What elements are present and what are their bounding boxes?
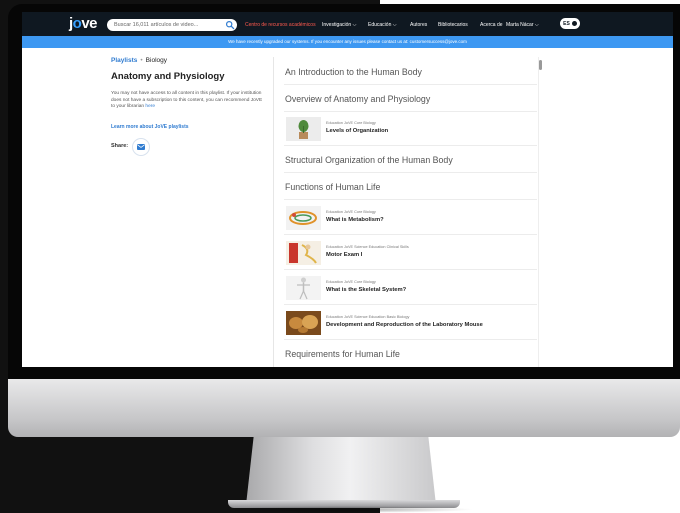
toggle-icon <box>571 21 577 26</box>
stand-shadow <box>214 506 474 513</box>
video-item-skeletal-system[interactable]: Education JoVE Core Biology What is the … <box>284 275 537 302</box>
breadcrumb-current: Biology <box>145 57 167 64</box>
monitor-chin <box>8 379 680 437</box>
video-item-levels-of-organization[interactable]: Education JoVE Core Biology Levels of Or… <box>284 116 537 143</box>
notice-here-link[interactable]: here <box>145 104 155 109</box>
nav-education[interactable]: Educación ⌵ <box>368 22 397 28</box>
email-icon <box>137 144 145 150</box>
video-title[interactable]: What is the Skeletal System? <box>326 287 406 293</box>
video-title[interactable]: Motor Exam I <box>326 252 362 258</box>
chevron-down-icon: ⌵ <box>352 22 357 28</box>
section-heading[interactable]: Overview of Anatomy and Physiology <box>285 94 430 104</box>
video-item-metabolism[interactable]: Education JoVE Core Biology What is Meta… <box>284 205 537 232</box>
divider <box>284 111 537 112</box>
breadcrumb: Playlists • Biology <box>111 57 167 64</box>
video-title[interactable]: Development and Reproduction of the Labo… <box>326 322 483 328</box>
chevron-down-icon: ⌵ <box>534 22 539 28</box>
share-email-button[interactable] <box>132 138 150 156</box>
access-notice-text: You may not have access to all content i… <box>111 91 263 109</box>
breadcrumb-separator: • <box>140 57 143 64</box>
search-icon[interactable] <box>225 20 235 30</box>
divider <box>284 269 537 270</box>
divider <box>284 199 537 200</box>
access-notice: You may not have access to all content i… <box>111 91 266 111</box>
section-heading[interactable]: Functions of Human Life <box>285 182 380 192</box>
nav-resource-center[interactable]: Centro de recursos académicos <box>245 22 316 28</box>
user-name: Marta Nácar <box>506 22 534 28</box>
scroll-track <box>538 57 539 367</box>
video-title[interactable]: What is Metabolism? <box>326 217 384 223</box>
video-item-laboratory-mouse[interactable]: Education JoVE Science Education Basic B… <box>284 310 537 337</box>
divider <box>284 172 537 173</box>
top-navbar: jove Buscar 16,011 artículos de video...… <box>22 12 673 36</box>
nav-research-label: Investigación <box>322 22 352 28</box>
language-label: ES <box>563 20 570 27</box>
search-input[interactable]: Buscar 16,011 artículos de video... <box>107 19 237 31</box>
video-thumbnail[interactable] <box>286 241 321 265</box>
nav-about[interactable]: Acerca de <box>480 22 503 28</box>
video-thumbnail[interactable] <box>286 311 321 335</box>
section-heading[interactable]: Structural Organization of the Human Bod… <box>285 155 453 165</box>
nav-authors[interactable]: Autores <box>410 22 427 28</box>
video-tags: Education JoVE Science Education Clinica… <box>326 245 409 249</box>
divider <box>284 339 537 340</box>
video-tags: Education JoVE Core Biology <box>326 210 376 214</box>
video-item-motor-exam[interactable]: Education JoVE Science Education Clinica… <box>284 240 537 267</box>
monitor-screen: jove Buscar 16,011 artículos de video...… <box>22 12 673 367</box>
playlist-title: Anatomy and Physiology <box>111 71 225 82</box>
video-tags: Education JoVE Core Biology <box>326 280 376 284</box>
column-divider <box>273 57 274 367</box>
divider <box>284 304 537 305</box>
jove-logo[interactable]: jove <box>69 16 98 32</box>
video-tags: Education JoVE Science Education Basic B… <box>326 315 410 319</box>
user-menu[interactable]: Marta Nácar ⌵ <box>506 22 539 28</box>
breadcrumb-playlists[interactable]: Playlists <box>111 57 137 64</box>
learn-more-link[interactable]: Learn more about JoVE playlists <box>111 124 189 130</box>
video-thumbnail[interactable] <box>286 206 321 230</box>
section-heading[interactable]: An Introduction to the Human Body <box>285 67 422 77</box>
video-tags: Education JoVE Core Biology <box>326 121 376 125</box>
nav-research[interactable]: Investigación ⌵ <box>322 22 356 28</box>
nav-education-label: Educación <box>368 22 392 28</box>
share-label: Share: <box>111 143 129 149</box>
divider <box>284 145 537 146</box>
language-switch[interactable]: ES <box>560 18 580 29</box>
divider <box>284 84 537 85</box>
nav-librarians[interactable]: Bibliotecarios <box>438 22 468 28</box>
section-heading[interactable]: Requirements for Human Life <box>285 349 400 359</box>
video-thumbnail[interactable] <box>286 276 321 300</box>
monitor-stand-neck <box>246 437 436 505</box>
search-placeholder: Buscar 16,011 artículos de video... <box>114 22 199 28</box>
system-banner: We have recently upgraded our systems. I… <box>22 36 673 48</box>
video-title[interactable]: Levels of Organization <box>326 128 388 134</box>
chevron-down-icon: ⌵ <box>392 22 397 28</box>
video-thumbnail[interactable] <box>286 117 321 141</box>
scrollbar-thumb[interactable] <box>539 60 542 70</box>
divider <box>284 234 537 235</box>
